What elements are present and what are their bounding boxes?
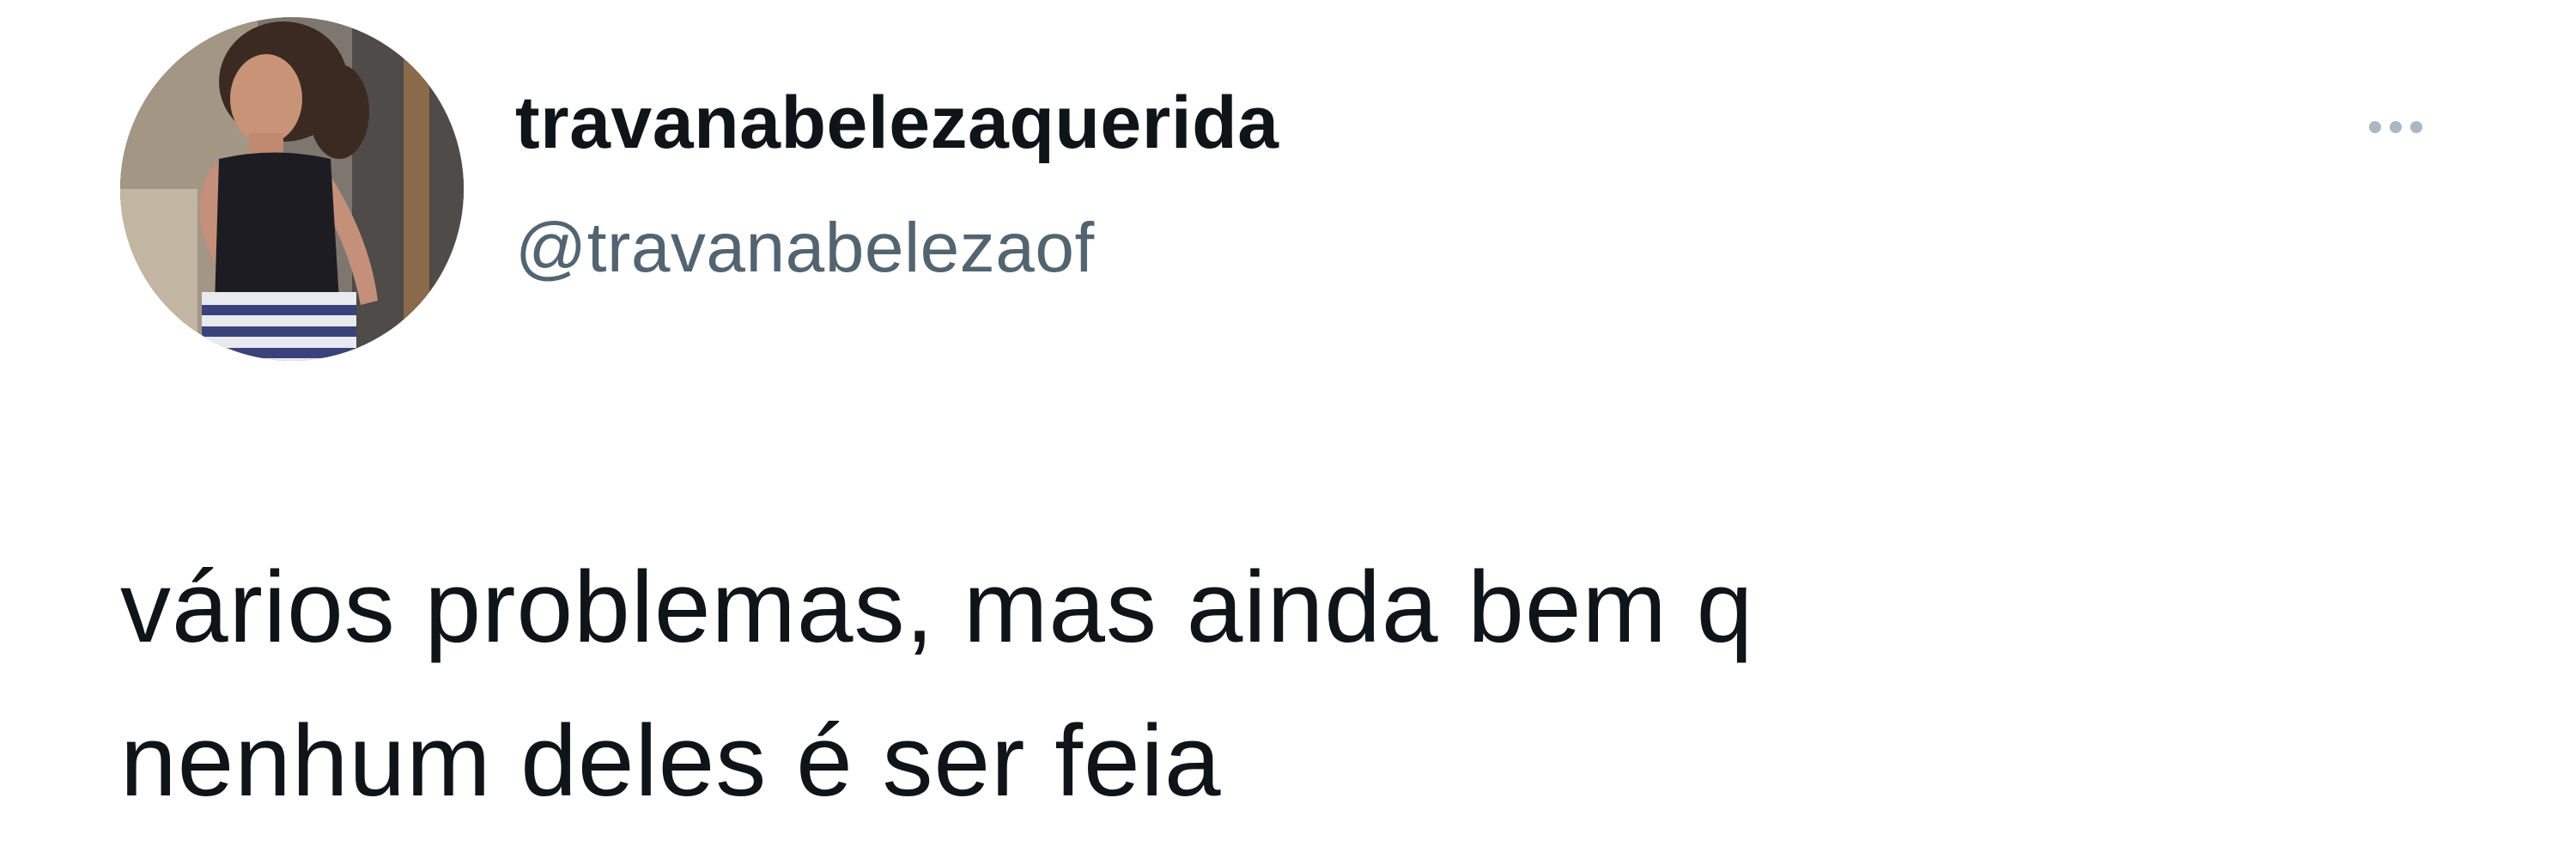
more-horizontal-icon — [2390, 121, 2402, 133]
tweet-text-line: vários problemas, mas ainda bem q — [120, 551, 1754, 664]
more-options-button[interactable] — [2344, 101, 2447, 153]
user-handle[interactable]: @travanabelezaof — [515, 213, 1095, 283]
tweet-text-line: nenhum deles é ser feia — [120, 704, 1222, 819]
avatar[interactable] — [120, 17, 464, 361]
tweet-card: travanabelezaquerida @travanabelezaof vá… — [0, 0, 2576, 859]
tweet-text: vários problemas, mas ainda bem q nenhum… — [120, 531, 2439, 839]
more-horizontal-icon — [2369, 121, 2381, 133]
avatar-photo-icon — [120, 17, 464, 361]
display-name[interactable]: travanabelezaquerida — [515, 86, 1279, 160]
more-horizontal-icon — [2410, 121, 2422, 133]
